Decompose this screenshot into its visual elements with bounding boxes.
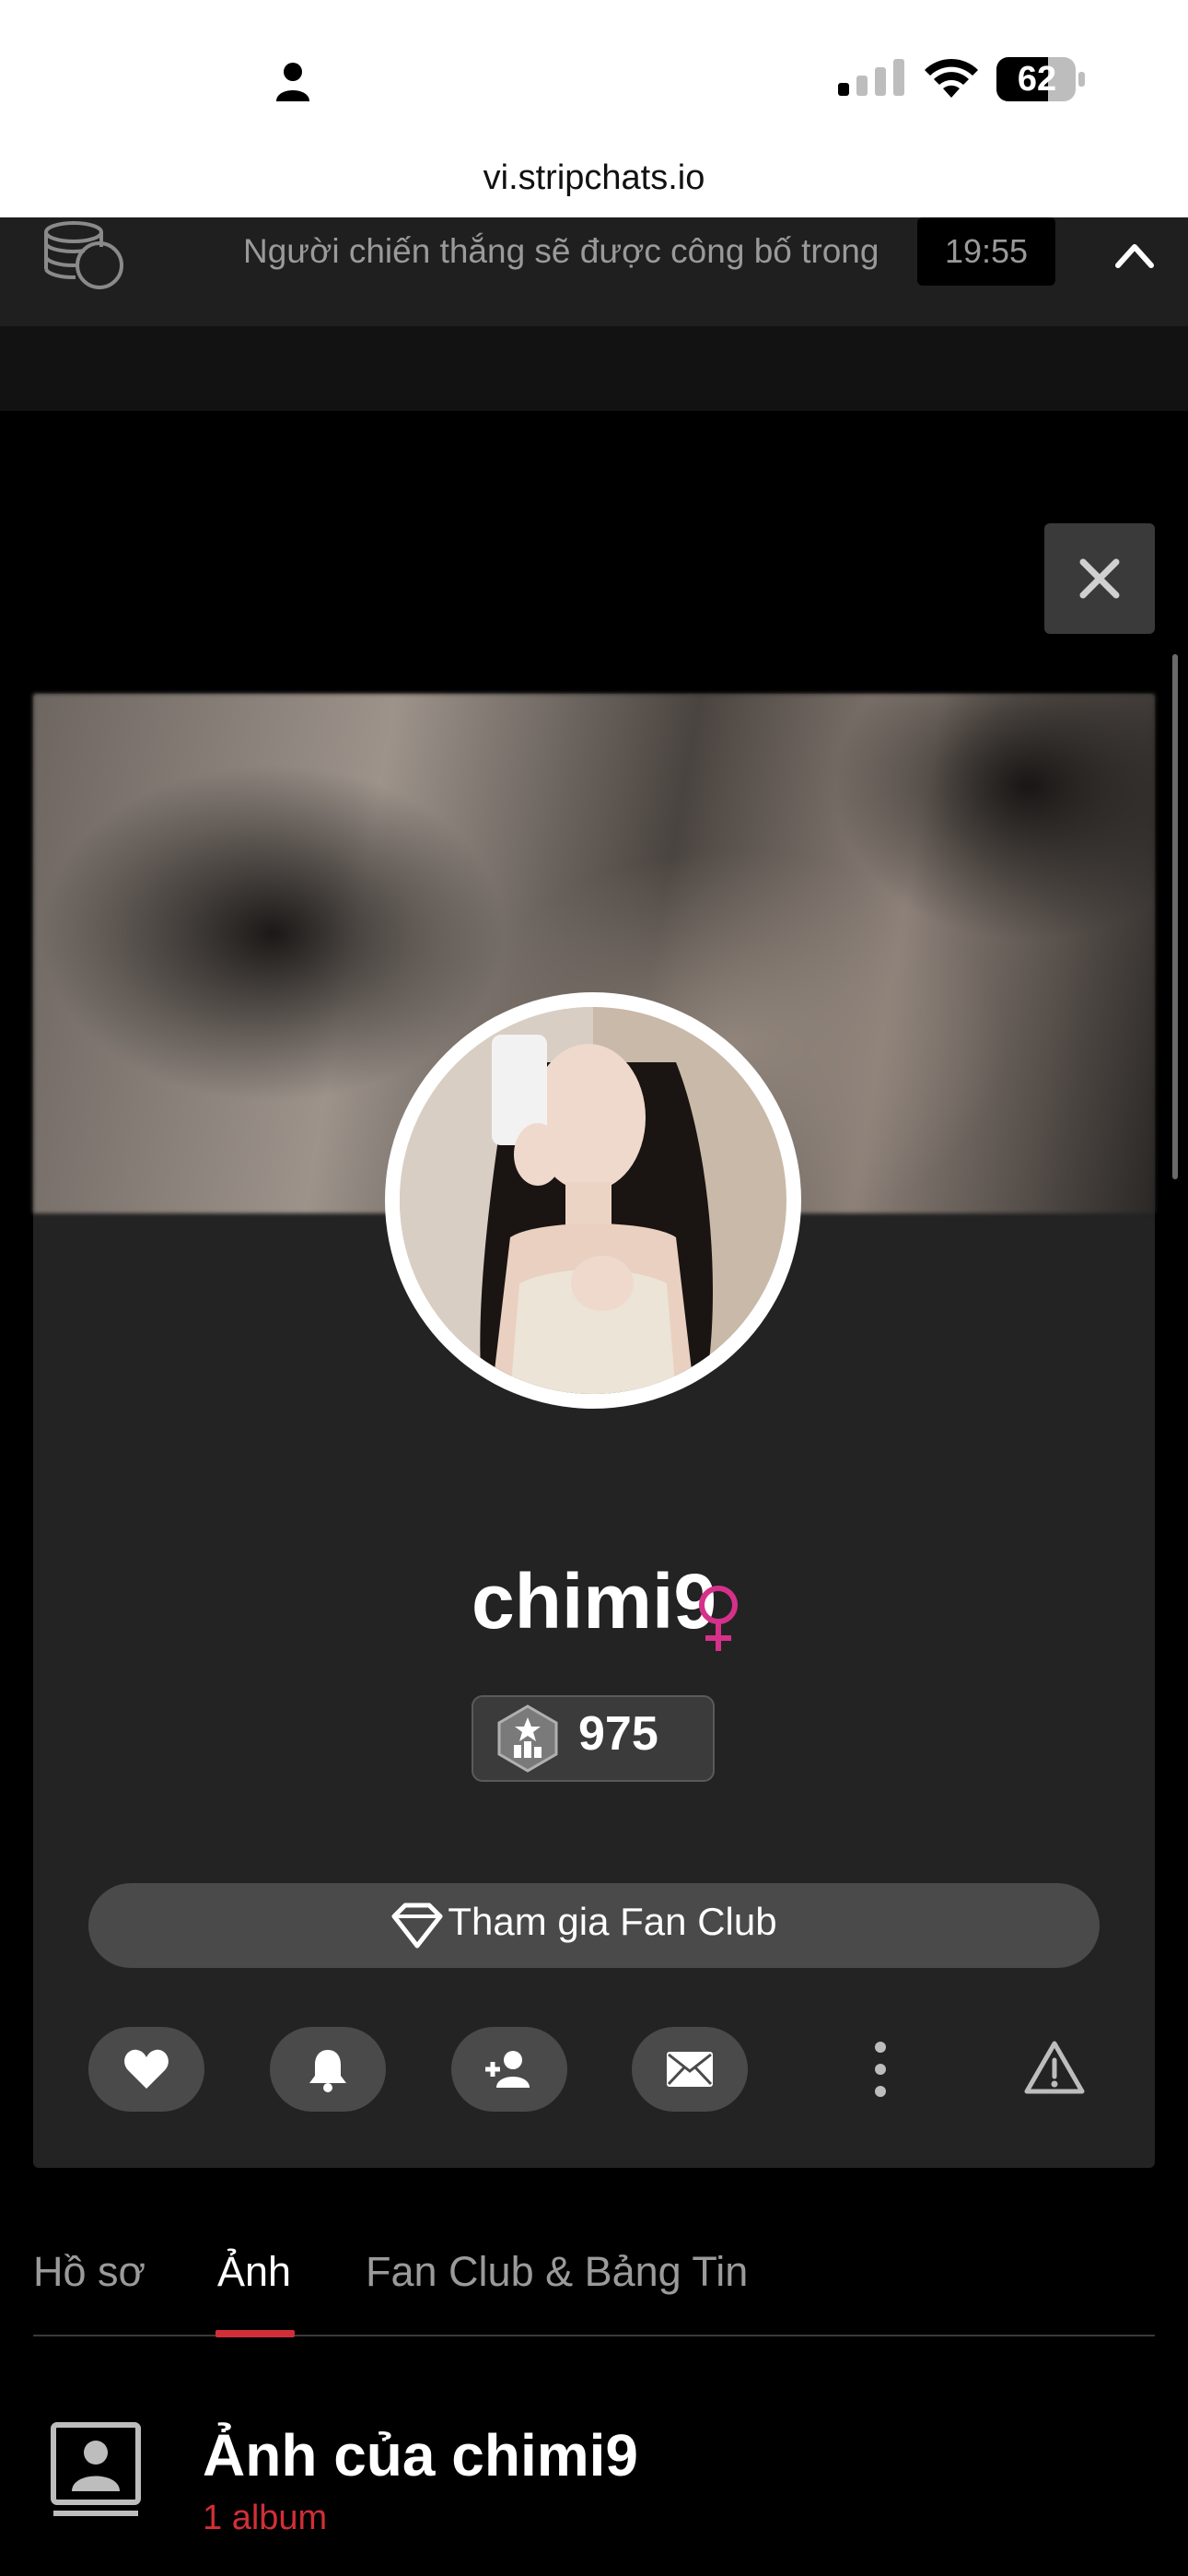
bell-icon	[309, 2050, 346, 2092]
address-bar-url[interactable]: vi.stripchats.io	[0, 158, 1188, 198]
scrollbar[interactable]	[1172, 654, 1178, 1179]
tab-photos[interactable]: Ảnh	[217, 2248, 291, 2296]
active-tab-indicator	[215, 2330, 295, 2337]
warning-icon[interactable]	[1024, 2040, 1085, 2095]
contest-message: Người chiến thắng sẽ được công bố trong	[243, 232, 879, 270]
photos-section-title: Ảnh của chimi9	[203, 2422, 638, 2488]
wifi-icon	[925, 58, 978, 98]
chevron-up-icon[interactable]	[1111, 234, 1159, 275]
message-button[interactable]	[632, 2027, 748, 2112]
coins-icon	[44, 221, 123, 289]
close-button[interactable]	[1044, 523, 1155, 634]
more-vertical-icon[interactable]	[862, 2036, 899, 2102]
level-badge-icon	[497, 1704, 558, 1773]
envelope-icon	[667, 2052, 713, 2087]
profile-card-icon	[51, 2422, 141, 2516]
favorite-button[interactable]	[88, 2027, 204, 2112]
avatar[interactable]	[400, 1007, 786, 1394]
album-count[interactable]: 1 album	[203, 2499, 327, 2538]
heart-icon	[124, 2049, 169, 2089]
level-value: 975	[578, 1707, 658, 1761]
notifications-button[interactable]	[270, 2027, 386, 2112]
signal-icon	[838, 59, 904, 96]
add-user-icon	[485, 2051, 530, 2088]
battery-level: 62	[1017, 60, 1057, 99]
gender-female-icon	[699, 1586, 738, 1651]
close-icon	[1079, 558, 1120, 599]
tabs-divider	[33, 2335, 1155, 2336]
add-friend-button[interactable]	[451, 2027, 567, 2112]
status-time: 10:30	[131, 49, 268, 107]
person-icon	[276, 63, 309, 101]
tab-profile[interactable]: Hồ sơ	[33, 2248, 146, 2296]
contest-timer: 19:55	[917, 217, 1055, 286]
tab-fan-club-feed[interactable]: Fan Club & Bảng Tin	[366, 2248, 748, 2296]
username: chimi9	[471, 1558, 717, 1645]
join-fan-club-label: Tham gia Fan Club	[448, 1900, 777, 1943]
divider-band	[0, 326, 1188, 411]
